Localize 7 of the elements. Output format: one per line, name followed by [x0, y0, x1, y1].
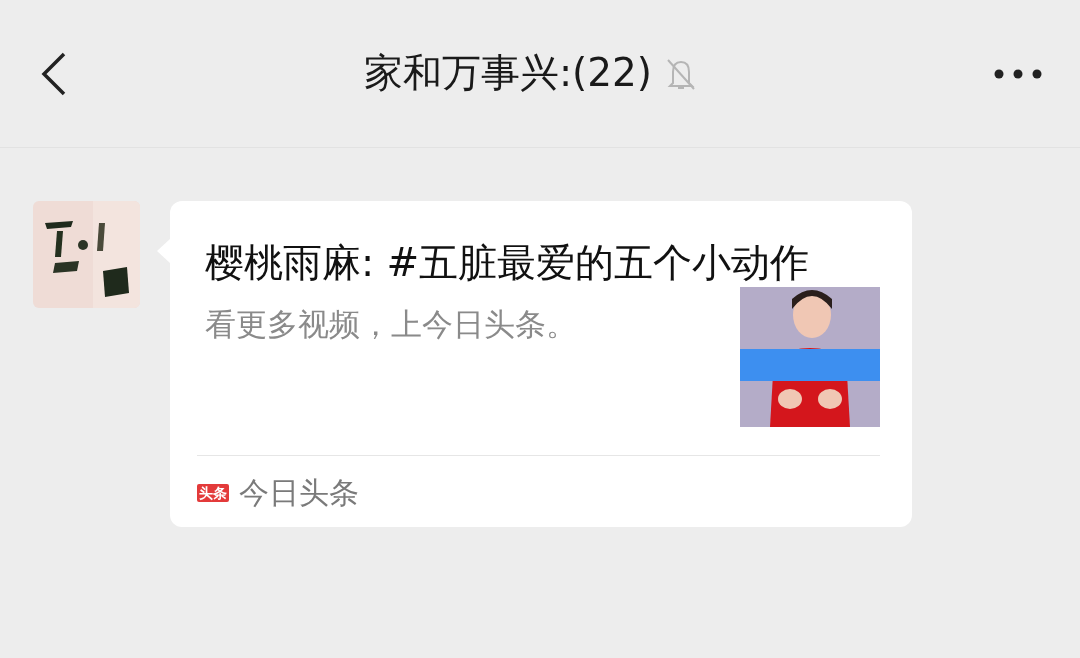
link-card[interactable]: 樱桃雨麻: #五脏最爱的五个小动作 看更多视频，上今日头条。 头条 今日头条: [170, 201, 912, 527]
more-icon[interactable]: [994, 68, 1042, 79]
source-name: 今日头条: [239, 474, 359, 512]
card-description: 看更多视频，上今日头条。: [205, 305, 577, 344]
chat-title: 家和万事兴:(22): [363, 49, 653, 98]
card-title: 樱桃雨麻: #五脏最爱的五个小动作: [205, 239, 811, 287]
source-logo: 头条: [197, 483, 229, 502]
